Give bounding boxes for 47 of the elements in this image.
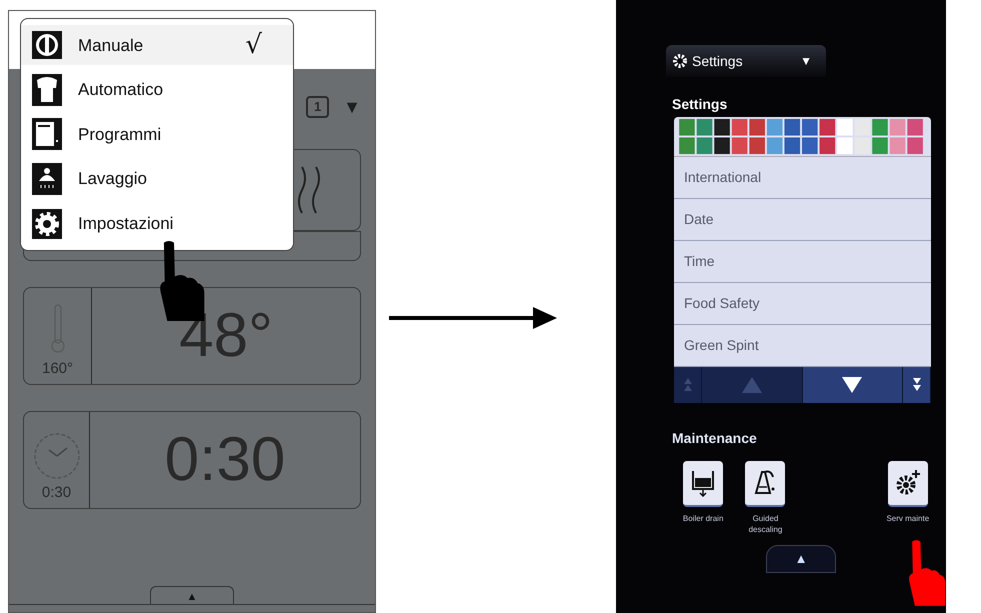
dropdown-arrow[interactable]: ▼ [343, 94, 361, 120]
menu-item-label: Manuale [78, 34, 144, 57]
settings-dropdown[interactable]: Settings ▼ [666, 45, 826, 77]
temperature-setpoint: 160° [42, 358, 74, 378]
scroll-button[interactable] [802, 367, 903, 403]
maintenance-button[interactable] [888, 461, 928, 507]
clock-icon [32, 432, 80, 480]
pointing-hand-icon [908, 538, 946, 608]
double-down-icon [912, 378, 920, 392]
bottom-tab[interactable]: ▲ [150, 586, 234, 604]
settings-icon [32, 208, 62, 239]
section-title: Settings [672, 95, 728, 113]
oven-icon [32, 118, 62, 150]
program-number[interactable]: 1 [306, 96, 330, 118]
scroll-button[interactable] [903, 367, 931, 403]
settings-list-item[interactable]: International [674, 157, 931, 199]
dial-icon [32, 31, 62, 60]
shower-icon [32, 163, 62, 196]
settings-list-item[interactable]: Food Safety [674, 283, 931, 325]
menu-item-label: Automatico [78, 79, 164, 102]
maintenance-label: Guided descaling [748, 513, 784, 535]
drain-icon [691, 469, 716, 497]
menu-item-label: Programmi [78, 124, 162, 146]
timer-reading: 0:30 [164, 429, 286, 491]
settings-list-item[interactable]: Date [674, 199, 931, 241]
down-icon [842, 377, 862, 393]
check-mark: √ [245, 28, 262, 62]
timer-setpoint: 0:30 [42, 482, 72, 502]
settings-list-item[interactable]: Time [674, 241, 931, 283]
maintenance-button[interactable] [683, 461, 724, 507]
dropdown-title: Settings [692, 52, 744, 71]
chef-hat-icon [32, 74, 62, 106]
double-up-icon [684, 378, 692, 392]
menu-item-label: Lavaggio [78, 168, 148, 190]
maintenance-label: Serv mainte [885, 513, 930, 524]
scroll-up-button[interactable]: ▲ [766, 545, 836, 573]
thermometer-icon [50, 304, 64, 354]
menu-item-label: Impostazioni [78, 212, 174, 235]
maintenance-label: Boiler drain [682, 513, 724, 524]
settings-icon [672, 53, 688, 69]
menu-item[interactable]: Manuale √ [21, 25, 293, 66]
maintenance-button[interactable] [745, 461, 786, 507]
dropdown-arrow: ▼ [800, 53, 812, 70]
gear-plus-icon [894, 469, 921, 497]
section-title: Maintenance [672, 429, 758, 447]
up-icon [742, 377, 762, 393]
temperature-reading: 48° [179, 305, 273, 367]
